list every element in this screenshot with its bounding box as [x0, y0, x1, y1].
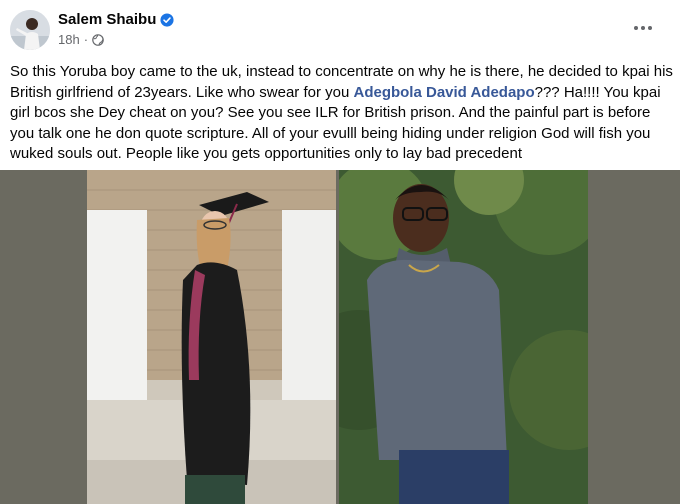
post-timestamp[interactable]: 18h	[58, 32, 80, 47]
globe-icon[interactable]	[92, 33, 104, 46]
meta-separator: ·	[83, 32, 89, 47]
more-options-icon[interactable]	[628, 16, 658, 40]
verified-badge-icon	[160, 12, 174, 27]
post-media	[0, 170, 680, 504]
man-photo[interactable]	[339, 170, 588, 504]
author-name[interactable]: Salem Shaibu	[58, 11, 156, 28]
facebook-post: Salem Shaibu 18h · So this Yoruba boy ca…	[0, 0, 680, 504]
post-text: So this Yoruba boy came to the uk, inste…	[10, 62, 674, 165]
post-header: Salem Shaibu 18h ·	[0, 0, 680, 56]
mention-link[interactable]: Adegbola David Adedapo	[353, 84, 534, 101]
author-avatar[interactable]	[10, 10, 50, 50]
graduation-photo[interactable]	[87, 170, 336, 504]
